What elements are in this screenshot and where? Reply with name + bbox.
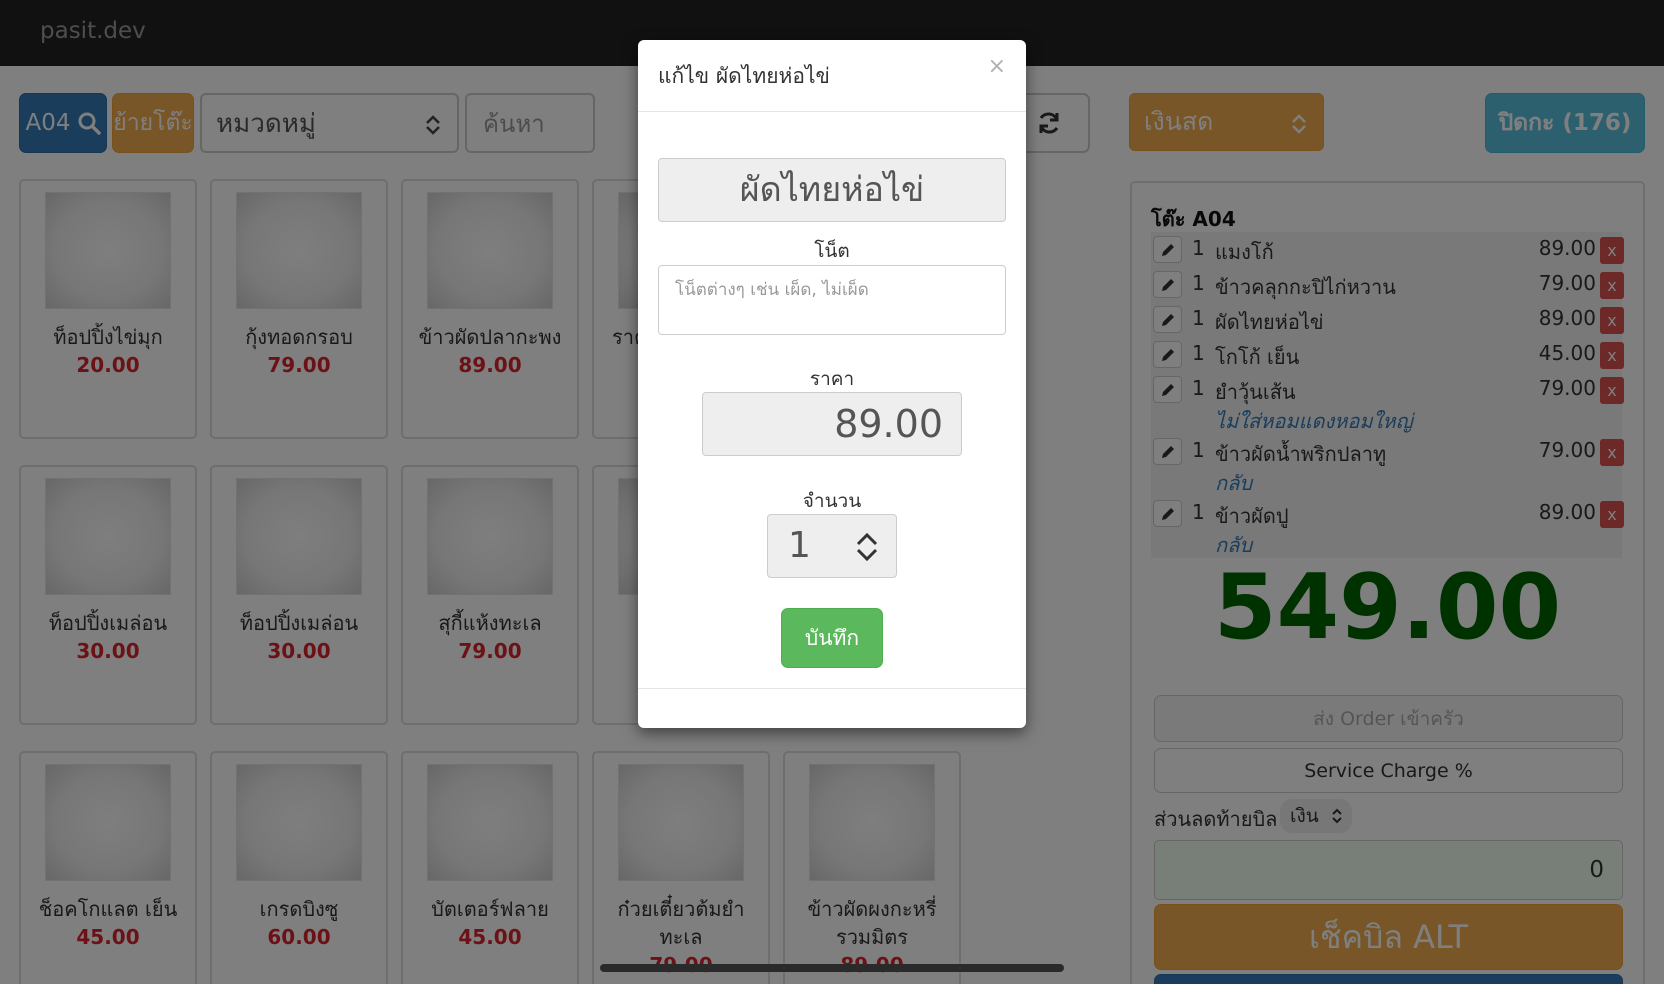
price-label: ราคา [809,368,855,390]
note-label: โน็ต [814,240,850,262]
save-button[interactable]: บันทึก [781,608,883,668]
note-textarea[interactable]: โน็ตต่างๆ เช่น เผ็ด, ไม่เผ็ด [658,265,1006,335]
select-caret-icon [856,532,878,562]
edit-item-modal: แก้ไข ผัดไทยห่อไข่ × ผัดไทยห่อไข่ โน็ต โ… [638,40,1026,728]
price-input[interactable]: 89.00 [702,392,962,456]
qty-select[interactable]: 1 [767,514,897,578]
close-icon[interactable]: × [988,54,1006,79]
modal-footer-divider [638,688,1026,689]
modal-title: แก้ไข ผัดไทยห่อไข่ [658,64,830,88]
modal-header: แก้ไข ผัดไทยห่อไข่ × [638,40,1026,112]
qty-label: จำนวน [802,490,862,512]
home-indicator [600,964,1064,972]
modal-item-name: ผัดไทยห่อไข่ [658,158,1006,222]
qty-select-value: 1 [788,525,811,566]
